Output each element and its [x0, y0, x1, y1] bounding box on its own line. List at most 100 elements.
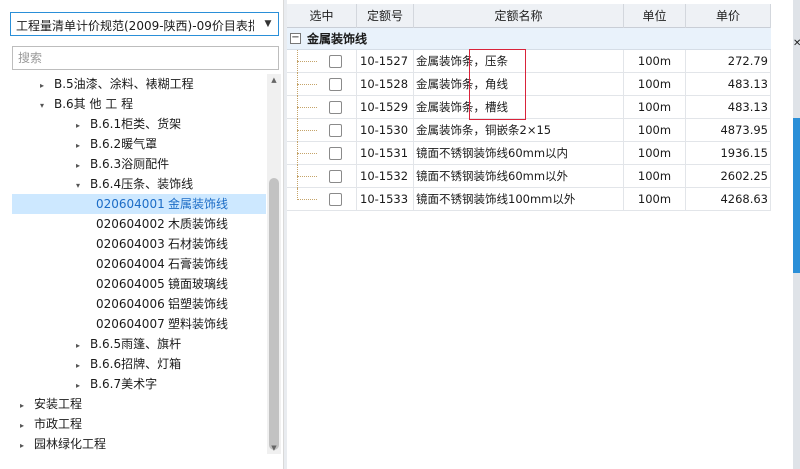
tree-node[interactable]: ▾ B.6.4压条、装饰线: [12, 174, 193, 194]
quota-unit: 100m: [624, 50, 686, 73]
tree-node[interactable]: ▸ B.6.3浴厕配件: [12, 154, 169, 174]
row-checkbox[interactable]: [329, 78, 342, 91]
tree-connector: [297, 176, 317, 177]
expand-right-icon[interactable]: ▸: [72, 376, 84, 396]
tree-leaf-item[interactable]: 020604001 金属装饰线: [12, 194, 266, 214]
tree-node[interactable]: ▸ B.6.5雨篷、旗杆: [12, 334, 181, 354]
table-row[interactable]: 10-1533 镜面不锈钢装饰线100mm以外 100m 4268.63: [287, 188, 771, 211]
tree-node[interactable]: ▸ B.6.1柜类、货架: [12, 114, 181, 134]
table-row[interactable]: 10-1527 金属装饰条，压条 100m 272.79: [287, 50, 771, 73]
quota-code: 10-1531: [357, 142, 414, 165]
tree-node[interactable]: ▸ B.6.7美术字: [12, 374, 157, 394]
tree-item-label: B.6.4压条、装饰线: [90, 177, 194, 191]
tree-item-code: 020604002: [96, 217, 165, 231]
highlight-box: [469, 49, 526, 120]
tree-item-code: 020604001: [96, 197, 165, 211]
tree-connector: [297, 61, 317, 62]
tree-node[interactable]: ▸ 市政工程: [12, 414, 82, 434]
tree-node[interactable]: ▸ B.6.2暖气罩: [12, 134, 157, 154]
table-row[interactable]: 10-1530 金属装饰条，铜嵌条2×15 100m 4873.95: [287, 119, 771, 142]
table-row[interactable]: 10-1532 镜面不锈钢装饰线60mm以外 100m 2602.25: [287, 165, 771, 188]
row-checkbox[interactable]: [329, 55, 342, 68]
tree-item-label: B.6其 他 工 程: [54, 97, 134, 111]
quota-code: 10-1530: [357, 119, 414, 142]
tree-node[interactable]: ▸ 安装工程: [12, 394, 82, 414]
tree-item-label: 园林绿化工程: [34, 437, 107, 451]
row-checkbox[interactable]: [329, 170, 342, 183]
tree-node[interactable]: ▾ B.6其 他 工 程: [12, 94, 133, 114]
tree-item-label: B.6.3浴厕配件: [90, 157, 170, 171]
tree-item-label: 石膏装饰线: [168, 257, 229, 271]
right-edge-panel: ✕: [793, 0, 800, 469]
quota-unit: 100m: [624, 73, 686, 96]
group-row[interactable]: − 金属装饰线: [287, 28, 771, 50]
quota-code: 10-1533: [357, 188, 414, 211]
quota-unit: 100m: [624, 165, 686, 188]
quota-code: 10-1527: [357, 50, 414, 73]
expand-right-icon[interactable]: ▸: [72, 336, 84, 356]
tree-item-label: 铝塑装饰线: [168, 297, 229, 311]
tree-item-label: 安装工程: [34, 397, 83, 411]
tree-node[interactable]: ▸ B.6.6招牌、灯箱: [12, 354, 181, 374]
tree-item-code: 020604006: [96, 297, 165, 311]
tree-connector: [297, 130, 317, 131]
tree-leaf-item[interactable]: 020604005 镜面玻璃线: [12, 274, 228, 294]
scroll-thumb[interactable]: [269, 178, 279, 450]
expand-right-icon[interactable]: ▸: [72, 356, 84, 376]
quota-price: 4873.95: [686, 119, 771, 142]
expand-right-icon[interactable]: ▸: [72, 116, 84, 136]
table-row[interactable]: 10-1528 金属装饰条，角线 100m 483.13: [287, 73, 771, 96]
row-checkbox[interactable]: [329, 147, 342, 160]
row-checkbox[interactable]: [329, 193, 342, 206]
tree-node[interactable]: ▸ 园林绿化工程: [12, 434, 106, 454]
select-cell: [287, 96, 357, 119]
tree-item-label: 石材装饰线: [168, 237, 229, 251]
close-icon[interactable]: ✕: [793, 38, 800, 49]
tree-leaf-item[interactable]: 020604003 石材装饰线: [12, 234, 228, 254]
expand-right-icon[interactable]: ▸: [16, 396, 28, 416]
row-checkbox[interactable]: [329, 124, 342, 137]
tree-item-code: 020604007: [96, 317, 165, 331]
header-unit[interactable]: 单位: [624, 4, 686, 28]
expand-right-icon[interactable]: ▸: [36, 76, 48, 96]
expand-down-icon[interactable]: ▾: [72, 176, 84, 196]
header-name[interactable]: 定额名称: [414, 4, 624, 28]
search-input[interactable]: [12, 46, 279, 70]
tree-leaf-item[interactable]: 020604006 铝塑装饰线: [12, 294, 228, 314]
tree-item-label: 镜面玻璃线: [168, 277, 229, 291]
collapse-icon[interactable]: −: [290, 33, 301, 44]
table-row[interactable]: 10-1531 镜面不锈钢装饰线60mm以内 100m 1936.15: [287, 142, 771, 165]
quota-unit: 100m: [624, 119, 686, 142]
quota-code: 10-1528: [357, 73, 414, 96]
tree-leaf-item[interactable]: 020604004 石膏装饰线: [12, 254, 228, 274]
dropdown-value: 工程量清单计价规范(2009-陕西)-09价目表指引: [16, 19, 254, 33]
quota-price: 2602.25: [686, 165, 771, 188]
header-code[interactable]: 定额号: [357, 4, 414, 28]
tree-item-label: 木质装饰线: [168, 217, 229, 231]
pricing-standard-dropdown[interactable]: 工程量清单计价规范(2009-陕西)-09价目表指引 ▼: [10, 12, 279, 36]
table-row[interactable]: 10-1529 金属装饰条，槽线 100m 483.13: [287, 96, 771, 119]
tree-item-label: 金属装饰线: [168, 197, 229, 211]
quota-unit: 100m: [624, 96, 686, 119]
tree-scrollbar[interactable]: ▲ ▼: [267, 74, 281, 454]
tree-leaf-item[interactable]: 020604007 塑料装饰线: [12, 314, 228, 334]
expand-right-icon[interactable]: ▸: [72, 136, 84, 156]
tree-node[interactable]: ▸ B.5油漆、涂料、裱糊工程: [12, 74, 194, 94]
expand-down-icon[interactable]: ▾: [36, 96, 48, 116]
right-pane: 选中 定额号 定额名称 单位 单价 − 金属装饰线 10-1527 金属装饰条，压…: [287, 0, 800, 469]
expand-right-icon[interactable]: ▸: [16, 416, 28, 436]
header-select[interactable]: 选中: [287, 4, 357, 28]
scroll-down-icon[interactable]: ▼: [267, 442, 281, 454]
tree-item-label: B.6.7美术字: [90, 377, 158, 391]
header-price[interactable]: 单价: [686, 4, 771, 28]
row-checkbox[interactable]: [329, 101, 342, 114]
tree-leaf-item[interactable]: 020604002 木质装饰线: [12, 214, 228, 234]
chevron-down-icon[interactable]: ▼: [258, 13, 278, 35]
quota-price: 272.79: [686, 50, 771, 73]
expand-right-icon[interactable]: ▸: [72, 156, 84, 176]
expand-right-icon[interactable]: ▸: [16, 436, 28, 454]
scroll-up-icon[interactable]: ▲: [267, 74, 281, 86]
tree-connector: [297, 84, 317, 85]
select-cell: [287, 142, 357, 165]
tree-connector: [297, 153, 317, 154]
